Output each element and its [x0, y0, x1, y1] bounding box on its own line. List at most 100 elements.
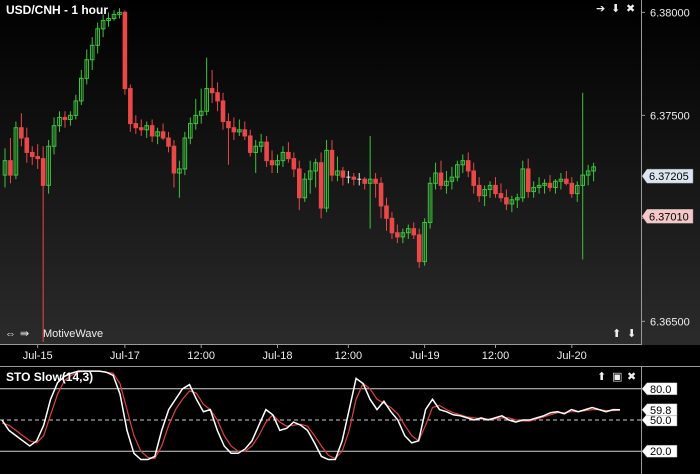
price-label-text: 6.37205: [649, 171, 689, 183]
candle-body: [493, 184, 498, 195]
svg-text:⬆: ⬆: [597, 371, 606, 383]
candle: [122, 10, 128, 95]
svg-text:✖: ✖: [626, 3, 635, 15]
watermark: MotiveWave: [43, 328, 103, 340]
scroll-right-icon[interactable]: ⇛: [20, 328, 29, 340]
candle-body: [166, 137, 171, 147]
x-tick-label: Jul-20: [557, 350, 587, 362]
candle-body: [569, 182, 575, 195]
candle-body: [209, 88, 215, 94]
candle-body: [231, 127, 237, 133]
candle-body: [138, 127, 144, 131]
candle-body: [297, 168, 302, 199]
candle-body: [24, 137, 30, 153]
candle-body: [149, 125, 155, 137]
candle-body: [476, 184, 482, 197]
candle-body: [395, 232, 400, 238]
close-chart-icon[interactable]: ✖: [626, 3, 635, 15]
x-tick-label: 12:00: [482, 350, 510, 362]
plot-background: [0, 0, 700, 345]
candle-body: [340, 170, 346, 178]
candle-body: [378, 182, 384, 207]
x-tick-label: 12:00: [335, 350, 363, 362]
candle-body: [171, 145, 177, 174]
candle: [318, 152, 324, 219]
candle-body: [384, 205, 389, 219]
svg-text:⇔: ⇔: [5, 328, 16, 340]
candle-body: [351, 176, 357, 180]
x-tick-label: Jul-19: [410, 350, 440, 362]
price-label: 6.37205: [641, 168, 694, 184]
stochastic-pane[interactable]: 80.050.020.059.8 STO Slow(14,3) ⬆ ▣ ✖: [0, 366, 700, 474]
candle-body: [62, 116, 68, 120]
candle-body: [269, 160, 275, 166]
candle-body: [362, 178, 367, 184]
svg-text:▣: ▣: [612, 371, 622, 383]
current-value-label: 59.8: [641, 403, 678, 417]
candle-body: [373, 178, 378, 184]
move-right-icon[interactable]: ➔: [596, 3, 605, 15]
level-label: 80.0: [641, 382, 678, 396]
candle-body: [29, 151, 35, 158]
x-tick-label: 12:00: [187, 350, 215, 362]
candle-body: [220, 100, 226, 123]
candle-body: [128, 88, 133, 125]
svg-text:➔: ➔: [596, 3, 605, 15]
candle-body: [160, 131, 166, 139]
x-axis-ticks: Jul-15 Jul-17 12:00 Jul-18 12:00 Jul-19 12:00 J…: [23, 345, 587, 362]
candle-body: [122, 11, 128, 90]
candle-body: [247, 135, 253, 153]
candle-body: [8, 160, 13, 176]
oscillator-title: STO Slow(14,3): [6, 370, 93, 384]
x-axis-strip: Jul-15 Jul-17 12:00 Jul-18 12:00 Jul-19 12:00 J…: [0, 345, 700, 366]
level-label-text: 20.0: [650, 446, 671, 458]
svg-text:⬆: ⬆: [612, 328, 621, 340]
candle-body: [226, 121, 231, 129]
osc-maximize-icon[interactable]: ▣: [612, 371, 622, 383]
price-label: 6.37010: [641, 209, 694, 224]
candle: [416, 228, 422, 268]
candle-body: [547, 182, 553, 188]
candle-body: [498, 193, 504, 199]
svg-text:⬇: ⬇: [627, 328, 636, 340]
pane-down-icon[interactable]: ⬇: [627, 328, 636, 340]
price-label-text: 6.37010: [649, 211, 689, 223]
y-tick-label: 6.37500: [650, 110, 690, 122]
move-down-icon[interactable]: ⬇: [611, 3, 620, 15]
y-tick-label: 6.36500: [650, 316, 690, 328]
candle-body: [504, 197, 509, 205]
candle-body: [525, 168, 531, 193]
x-tick-label: Jul-15: [23, 350, 53, 362]
oscillator-labels: 80.050.020.059.8: [641, 382, 678, 458]
candle-body: [318, 162, 324, 209]
candle-body: [564, 178, 569, 184]
candle-body: [438, 172, 444, 186]
candle-body: [35, 156, 41, 160]
level-label: 20.0: [641, 444, 678, 458]
current-value-text: 59.8: [650, 405, 671, 417]
candle-body: [291, 158, 297, 170]
candle-body: [471, 170, 476, 186]
candle-body: [40, 158, 46, 186]
y-tick-label: 6.38000: [650, 7, 690, 19]
candle-body: [465, 160, 471, 172]
candle-body: [389, 217, 395, 234]
svg-text:✖: ✖: [627, 371, 636, 383]
osc-close-icon[interactable]: ✖: [627, 371, 636, 383]
candle-body: [416, 234, 422, 263]
svg-text:⇛: ⇛: [20, 328, 29, 340]
price-chart-pane[interactable]: 6.380006.375006.370006.36500 6.372056.37…: [0, 0, 700, 345]
x-tick-label: Jul-18: [263, 350, 293, 362]
pane-up-icon[interactable]: ⬆: [612, 328, 621, 340]
svg-text:⬇: ⬇: [611, 3, 620, 15]
osc-up-icon[interactable]: ⬆: [597, 371, 606, 383]
scroll-left-icon[interactable]: ⇔: [5, 328, 16, 340]
candle-body: [19, 127, 24, 139]
candle-body: [329, 149, 335, 176]
candle-body: [411, 228, 417, 236]
candle-body: [215, 92, 220, 102]
candle-body: [242, 129, 248, 137]
candle-body: [264, 141, 269, 162]
x-tick-label: Jul-17: [110, 350, 140, 362]
candle-body: [133, 123, 139, 129]
